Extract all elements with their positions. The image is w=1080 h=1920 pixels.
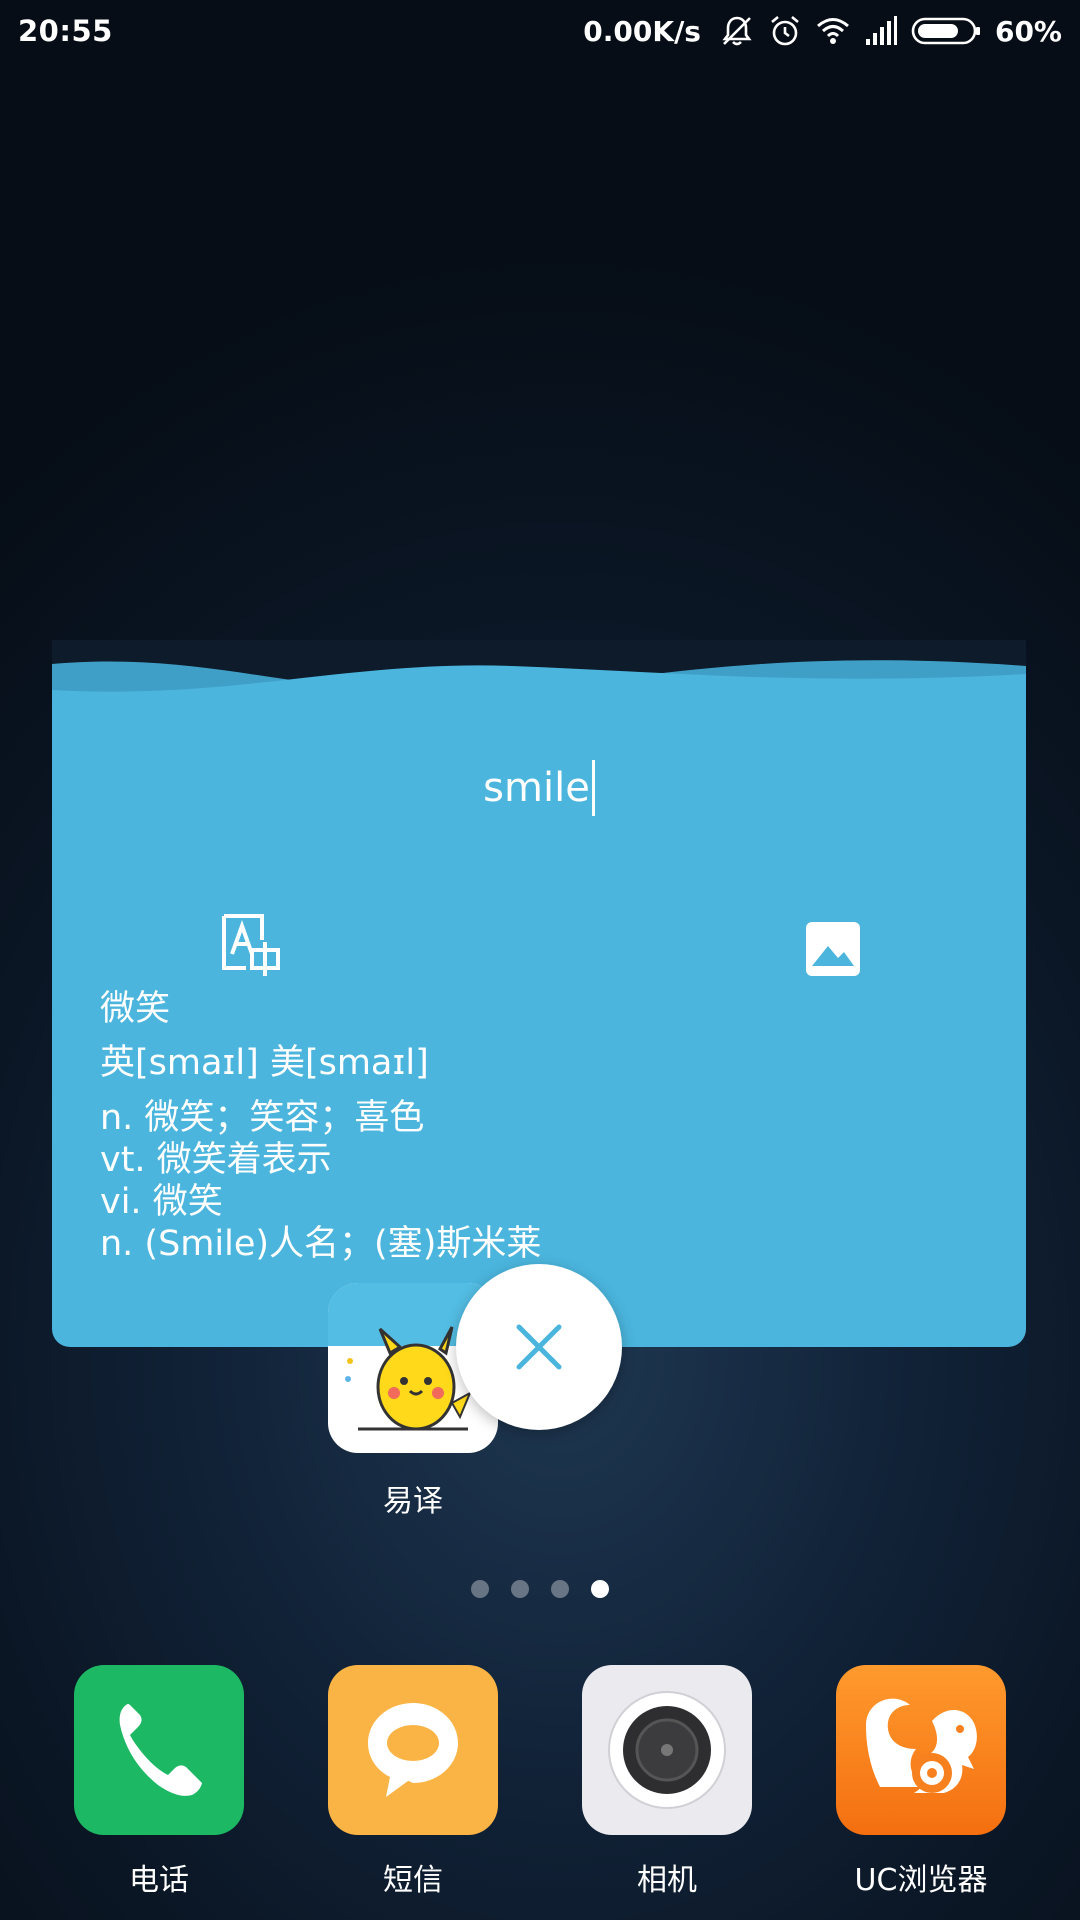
card-wave-header: [52, 640, 1026, 710]
network-speed: 0.00K/s: [583, 14, 701, 48]
phone-icon: [74, 1665, 244, 1835]
page-dot-active[interactable]: [591, 1580, 609, 1598]
definition-line: n. (Smile)人名；(塞)斯米莱: [100, 1224, 542, 1264]
status-time: 20:55: [18, 14, 113, 48]
bell-off-icon: [719, 13, 755, 49]
dock-label-uc-browser: UC浏览器: [854, 1863, 988, 1898]
dock-app-uc-browser[interactable]: [836, 1665, 1006, 1835]
translate-icon[interactable]: [216, 910, 286, 980]
close-icon: [516, 1324, 562, 1370]
app-label-yiyi: 易译: [383, 1484, 443, 1519]
dock-label-phone: 电话: [129, 1863, 189, 1898]
dock-app-phone[interactable]: [74, 1665, 244, 1835]
status-right: 0.00K/s 60%: [583, 13, 1062, 49]
dock-app-camera[interactable]: [582, 1665, 752, 1835]
page-indicator: [0, 1580, 1080, 1598]
query-input[interactable]: smile: [52, 760, 1026, 816]
uc-squirrel-icon: [836, 1665, 1006, 1835]
signal-icon: [863, 13, 899, 49]
translation-result: 微笑 英[smaɪl] 美[smaɪl] n. 微笑；笑容；喜色 vt. 微笑着…: [100, 985, 980, 1265]
page-dot[interactable]: [471, 1580, 489, 1598]
definition-line: vi. 微笑: [100, 1182, 223, 1222]
definition-line: vt. 微笑着表示: [100, 1140, 332, 1180]
page-dot[interactable]: [551, 1580, 569, 1598]
translation-card: smile 微笑 英[smaɪl] 美[smaɪl] n. 微笑；笑容；喜色 v…: [52, 640, 1026, 1347]
result-definitions: n. 微笑；笑容；喜色 vt. 微笑着表示 vi. 微笑 n. (Smile)人…: [100, 1097, 980, 1265]
text-caret: [591, 760, 595, 816]
page-dot[interactable]: [511, 1580, 529, 1598]
battery-icon: [911, 13, 983, 49]
close-button[interactable]: [456, 1264, 622, 1430]
wifi-icon: [815, 13, 851, 49]
alarm-icon: [767, 13, 803, 49]
dock-app-messages[interactable]: [328, 1665, 498, 1835]
result-word: 微笑: [100, 989, 171, 1029]
dock-label-camera: 相机: [637, 1863, 697, 1898]
message-icon: [328, 1665, 498, 1835]
definition-line: n. 微笑；笑容；喜色: [100, 1098, 425, 1138]
result-phonetic: 英[smaɪl] 美[smaɪl]: [100, 1043, 429, 1083]
battery-percent: 60%: [994, 14, 1062, 48]
image-icon[interactable]: [796, 912, 866, 982]
query-text: smile: [483, 765, 590, 811]
status-bar: 20:55 0.00K/s 60%: [0, 0, 1080, 62]
dock-label-messages: 短信: [383, 1863, 443, 1898]
camera-icon: [582, 1665, 752, 1835]
